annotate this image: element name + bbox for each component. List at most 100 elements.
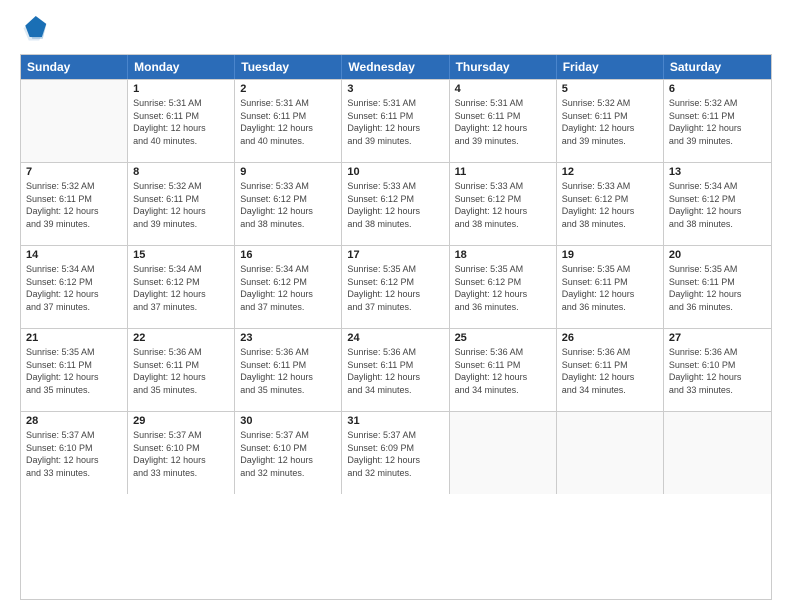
day-header-friday: Friday	[557, 55, 664, 79]
sunrise-line: Sunrise: 5:37 AM	[347, 429, 443, 442]
sunset-line: Sunset: 6:11 PM	[669, 276, 766, 289]
day-cell-18: 18 Sunrise: 5:35 AM Sunset: 6:12 PM Dayl…	[450, 246, 557, 328]
sunrise-line: Sunrise: 5:37 AM	[26, 429, 122, 442]
sunrise-line: Sunrise: 5:36 AM	[669, 346, 766, 359]
daylight-minutes-line: and 38 minutes.	[240, 218, 336, 231]
day-cell-16: 16 Sunrise: 5:34 AM Sunset: 6:12 PM Dayl…	[235, 246, 342, 328]
sunrise-line: Sunrise: 5:36 AM	[133, 346, 229, 359]
day-number: 16	[240, 249, 336, 261]
day-cell-7: 7 Sunrise: 5:32 AM Sunset: 6:11 PM Dayli…	[21, 163, 128, 245]
daylight-minutes-line: and 40 minutes.	[133, 135, 229, 148]
sunset-line: Sunset: 6:12 PM	[669, 193, 766, 206]
day-cell-27: 27 Sunrise: 5:36 AM Sunset: 6:10 PM Dayl…	[664, 329, 771, 411]
day-cell-2: 2 Sunrise: 5:31 AM Sunset: 6:11 PM Dayli…	[235, 80, 342, 162]
daylight-line: Daylight: 12 hours	[669, 288, 766, 301]
sunrise-line: Sunrise: 5:33 AM	[240, 180, 336, 193]
daylight-minutes-line: and 35 minutes.	[26, 384, 122, 397]
daylight-line: Daylight: 12 hours	[133, 205, 229, 218]
sunset-line: Sunset: 6:10 PM	[26, 442, 122, 455]
day-cell-3: 3 Sunrise: 5:31 AM Sunset: 6:11 PM Dayli…	[342, 80, 449, 162]
sunrise-line: Sunrise: 5:37 AM	[133, 429, 229, 442]
daylight-minutes-line: and 38 minutes.	[455, 218, 551, 231]
day-cell-28: 28 Sunrise: 5:37 AM Sunset: 6:10 PM Dayl…	[21, 412, 128, 494]
daylight-minutes-line: and 35 minutes.	[240, 384, 336, 397]
day-number: 6	[669, 83, 766, 95]
daylight-line: Daylight: 12 hours	[26, 454, 122, 467]
day-number: 9	[240, 166, 336, 178]
daylight-line: Daylight: 12 hours	[26, 205, 122, 218]
daylight-line: Daylight: 12 hours	[347, 288, 443, 301]
day-cell-31: 31 Sunrise: 5:37 AM Sunset: 6:09 PM Dayl…	[342, 412, 449, 494]
daylight-minutes-line: and 36 minutes.	[562, 301, 658, 314]
daylight-minutes-line: and 40 minutes.	[240, 135, 336, 148]
sunset-line: Sunset: 6:12 PM	[240, 276, 336, 289]
day-number: 27	[669, 332, 766, 344]
day-number: 18	[455, 249, 551, 261]
daylight-minutes-line: and 38 minutes.	[562, 218, 658, 231]
day-number: 4	[455, 83, 551, 95]
day-cell-26: 26 Sunrise: 5:36 AM Sunset: 6:11 PM Dayl…	[557, 329, 664, 411]
day-number: 19	[562, 249, 658, 261]
sunrise-line: Sunrise: 5:34 AM	[669, 180, 766, 193]
sunset-line: Sunset: 6:12 PM	[455, 276, 551, 289]
sunset-line: Sunset: 6:12 PM	[26, 276, 122, 289]
sunrise-line: Sunrise: 5:36 AM	[347, 346, 443, 359]
daylight-line: Daylight: 12 hours	[347, 122, 443, 135]
daylight-line: Daylight: 12 hours	[347, 371, 443, 384]
sunset-line: Sunset: 6:10 PM	[133, 442, 229, 455]
sunset-line: Sunset: 6:11 PM	[455, 110, 551, 123]
sunset-line: Sunset: 6:12 PM	[133, 276, 229, 289]
day-number: 1	[133, 83, 229, 95]
sunrise-line: Sunrise: 5:35 AM	[562, 263, 658, 276]
day-cell-24: 24 Sunrise: 5:36 AM Sunset: 6:11 PM Dayl…	[342, 329, 449, 411]
daylight-line: Daylight: 12 hours	[133, 371, 229, 384]
daylight-line: Daylight: 12 hours	[669, 371, 766, 384]
day-cell-17: 17 Sunrise: 5:35 AM Sunset: 6:12 PM Dayl…	[342, 246, 449, 328]
day-number: 12	[562, 166, 658, 178]
day-cell-22: 22 Sunrise: 5:36 AM Sunset: 6:11 PM Dayl…	[128, 329, 235, 411]
daylight-line: Daylight: 12 hours	[455, 288, 551, 301]
daylight-minutes-line: and 37 minutes.	[26, 301, 122, 314]
daylight-line: Daylight: 12 hours	[240, 205, 336, 218]
sunset-line: Sunset: 6:11 PM	[26, 359, 122, 372]
day-header-thursday: Thursday	[450, 55, 557, 79]
sunset-line: Sunset: 6:11 PM	[347, 359, 443, 372]
daylight-minutes-line: and 32 minutes.	[347, 467, 443, 480]
daylight-minutes-line: and 37 minutes.	[240, 301, 336, 314]
sunset-line: Sunset: 6:11 PM	[562, 110, 658, 123]
day-cell-12: 12 Sunrise: 5:33 AM Sunset: 6:12 PM Dayl…	[557, 163, 664, 245]
day-number: 22	[133, 332, 229, 344]
day-number: 5	[562, 83, 658, 95]
daylight-minutes-line: and 35 minutes.	[133, 384, 229, 397]
sunset-line: Sunset: 6:12 PM	[347, 276, 443, 289]
sunrise-line: Sunrise: 5:36 AM	[240, 346, 336, 359]
day-number: 28	[26, 415, 122, 427]
sunrise-line: Sunrise: 5:36 AM	[455, 346, 551, 359]
daylight-minutes-line: and 39 minutes.	[562, 135, 658, 148]
sunset-line: Sunset: 6:11 PM	[133, 110, 229, 123]
daylight-line: Daylight: 12 hours	[240, 454, 336, 467]
calendar: SundayMondayTuesdayWednesdayThursdayFrid…	[20, 54, 772, 600]
day-cell-6: 6 Sunrise: 5:32 AM Sunset: 6:11 PM Dayli…	[664, 80, 771, 162]
daylight-line: Daylight: 12 hours	[562, 205, 658, 218]
logo	[20, 16, 52, 44]
daylight-line: Daylight: 12 hours	[669, 205, 766, 218]
day-number: 30	[240, 415, 336, 427]
calendar-body: 1 Sunrise: 5:31 AM Sunset: 6:11 PM Dayli…	[21, 79, 771, 494]
sunrise-line: Sunrise: 5:34 AM	[133, 263, 229, 276]
sunset-line: Sunset: 6:11 PM	[133, 193, 229, 206]
daylight-minutes-line: and 39 minutes.	[669, 135, 766, 148]
daylight-line: Daylight: 12 hours	[455, 205, 551, 218]
daylight-line: Daylight: 12 hours	[562, 371, 658, 384]
sunset-line: Sunset: 6:12 PM	[240, 193, 336, 206]
day-number: 3	[347, 83, 443, 95]
empty-cell	[450, 412, 557, 494]
sunrise-line: Sunrise: 5:33 AM	[562, 180, 658, 193]
sunrise-line: Sunrise: 5:31 AM	[240, 97, 336, 110]
day-number: 11	[455, 166, 551, 178]
calendar-row-1: 1 Sunrise: 5:31 AM Sunset: 6:11 PM Dayli…	[21, 79, 771, 162]
day-header-monday: Monday	[128, 55, 235, 79]
day-cell-30: 30 Sunrise: 5:37 AM Sunset: 6:10 PM Dayl…	[235, 412, 342, 494]
logo-icon	[20, 16, 48, 44]
day-cell-11: 11 Sunrise: 5:33 AM Sunset: 6:12 PM Dayl…	[450, 163, 557, 245]
